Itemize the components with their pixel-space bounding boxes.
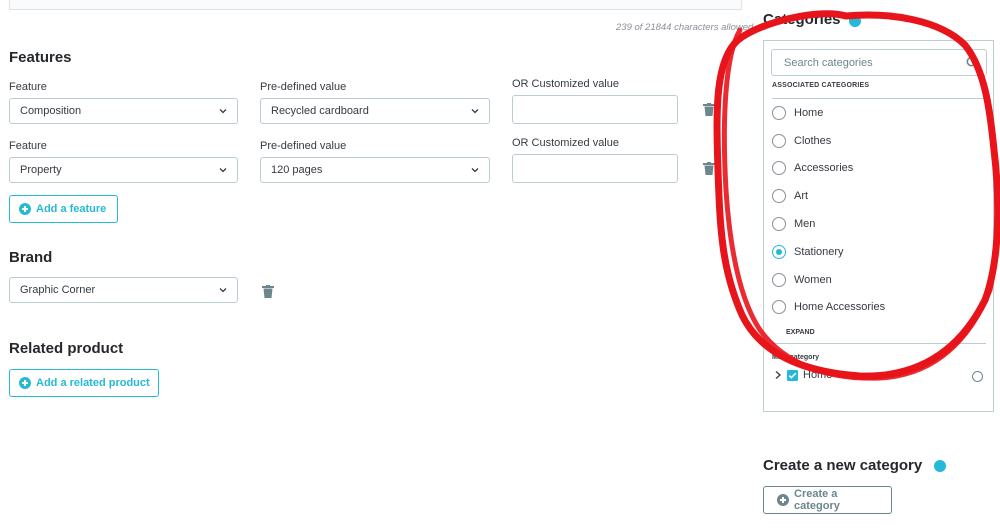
radio-button[interactable] [772, 134, 786, 148]
brand-title: Brand [9, 249, 53, 266]
divider [772, 98, 986, 99]
chevron-down-icon [219, 109, 227, 114]
plus-circle-icon [19, 377, 31, 389]
radio-button[interactable] [772, 273, 786, 287]
expand-link[interactable]: EXPAND [786, 329, 815, 336]
custom-label-1: OR Customized value [512, 78, 619, 90]
create-category-button[interactable]: Create a category [763, 486, 892, 514]
feature-select-2[interactable]: Property [9, 157, 238, 183]
predefined-select-value: 120 pages [271, 164, 323, 176]
character-counter: 239 of 21844 characters allowed [616, 22, 754, 33]
add-feature-label: Add a feature [36, 203, 107, 215]
feature-label-2: Feature [9, 140, 47, 152]
search-categories-input[interactable]: Search categories [771, 49, 987, 76]
category-item-home-accessories[interactable]: Home Accessories [772, 300, 885, 314]
chevron-down-icon [471, 168, 479, 173]
add-related-product-button[interactable]: Add a related product [9, 369, 159, 397]
categories-title: Categories [763, 11, 841, 28]
main-category-radio[interactable] [972, 371, 983, 382]
chevron-down-icon [219, 168, 227, 173]
description-editor-bottom[interactable] [9, 0, 742, 10]
predefined-select-value: Recycled cardboard [271, 105, 369, 117]
predefined-label-1: Pre-defined value [260, 81, 347, 93]
associated-categories-label: ASSOCIATED CATEGORIES [772, 82, 870, 89]
brand-select-value: Graphic Corner [20, 284, 96, 296]
plus-circle-icon [19, 203, 31, 215]
category-label: Home [794, 107, 824, 119]
category-item-accessories[interactable]: Accessories [772, 161, 853, 175]
features-title: Features [9, 49, 72, 66]
category-item-men[interactable]: Men [772, 217, 815, 231]
category-label: Accessories [794, 162, 854, 174]
category-label: Clothes [794, 135, 832, 147]
feature-label-1: Feature [9, 81, 47, 93]
trash-icon[interactable] [703, 162, 715, 175]
custom-label-2: OR Customized value [512, 137, 619, 149]
radio-button[interactable] [772, 106, 786, 120]
main-category-label: Main category [772, 354, 820, 361]
category-item-clothes[interactable]: Clothes [772, 134, 831, 148]
brand-select[interactable]: Graphic Corner [9, 277, 238, 303]
radio-button-checked[interactable] [772, 245, 786, 259]
create-category-label: Create a category [794, 488, 840, 512]
plus-circle-icon [777, 494, 789, 506]
custom-value-input-2[interactable] [512, 154, 678, 183]
predefined-label-2: Pre-defined value [260, 140, 347, 152]
feature-select-value: Composition [20, 105, 82, 117]
add-related-product-label: Add a related product [36, 377, 150, 389]
chevron-right-icon[interactable] [774, 370, 782, 380]
info-icon[interactable] [934, 460, 946, 472]
feature-select-1[interactable]: Composition [9, 98, 238, 124]
chevron-down-icon [471, 109, 479, 114]
category-label: Women [794, 274, 832, 286]
categories-panel: Search categories ASSOCIATED CATEGORIES … [763, 40, 994, 412]
category-label: Men [794, 218, 816, 230]
feature-select-value: Property [20, 164, 62, 176]
chevron-down-icon [219, 288, 227, 293]
predefined-select-1[interactable]: Recycled cardboard [260, 98, 490, 124]
checkmark-icon [788, 372, 797, 379]
divider [772, 343, 986, 344]
create-category-title: Create a new category [763, 457, 923, 474]
custom-value-input-1[interactable] [512, 95, 678, 124]
radio-button[interactable] [772, 189, 786, 203]
trash-icon[interactable] [703, 103, 715, 116]
category-item-stationery[interactable]: Stationery [772, 245, 844, 259]
info-icon[interactable] [849, 15, 861, 27]
checkbox-checked[interactable] [787, 369, 798, 381]
radio-button[interactable] [772, 161, 786, 175]
predefined-select-2[interactable]: 120 pages [260, 157, 490, 183]
trash-icon[interactable] [262, 285, 274, 298]
main-category-tree-item[interactable]: Home [774, 369, 832, 381]
search-icon [966, 56, 979, 69]
category-item-home[interactable]: Home [772, 106, 823, 120]
radio-button[interactable] [772, 300, 786, 314]
radio-button[interactable] [772, 217, 786, 231]
category-label: Art [794, 190, 809, 202]
tree-item-label: Home [803, 369, 833, 381]
category-label: Home Accessories [794, 301, 886, 313]
category-item-women[interactable]: Women [772, 273, 832, 287]
add-feature-button[interactable]: Add a feature [9, 195, 118, 223]
category-item-art[interactable]: Art [772, 189, 808, 203]
category-label: Stationery [794, 246, 844, 258]
related-product-title: Related product [9, 340, 124, 357]
search-placeholder: Search categories [784, 56, 873, 69]
